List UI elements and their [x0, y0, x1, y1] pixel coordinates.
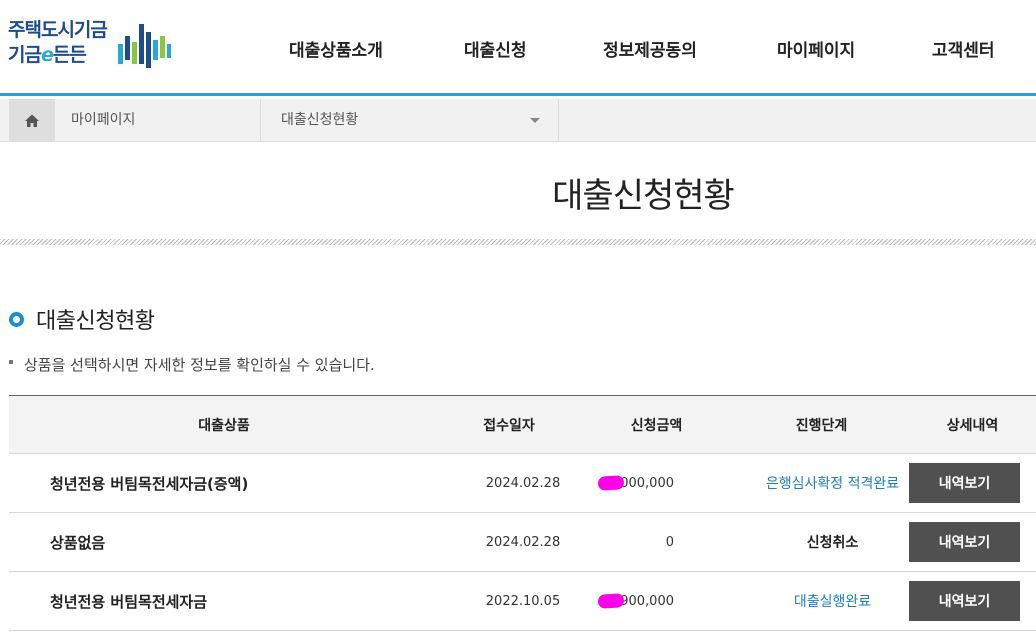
view-detail-button[interactable]: 내역보기: [909, 522, 1020, 562]
view-detail-button[interactable]: 내역보기: [909, 581, 1020, 621]
table-row[interactable]: 청년전용 버팀목전세자금(증액) 2024.02.28 000,000 은행심사…: [9, 454, 1036, 513]
section-note-text: 상품을 선택하시면 자세한 정보를 확인하실 수 있습니다.: [24, 356, 375, 374]
progress-status: 은행심사확정 적격완료: [765, 476, 900, 492]
product-name[interactable]: 상품없음: [9, 513, 439, 571]
home-button[interactable]: [9, 99, 55, 142]
receipt-date: 2022.10.05: [485, 593, 561, 609]
receipt-date: 2024.02.28: [485, 475, 561, 491]
breadcrumb-current-dropdown[interactable]: 대출신청현황: [261, 99, 559, 142]
logo-bars-icon: [118, 24, 171, 68]
nav-customer-center[interactable]: 고객센터: [932, 36, 995, 61]
header-date: 접수일자: [483, 417, 535, 434]
redaction-mark: [597, 593, 625, 609]
breadcrumb-mypage[interactable]: 마이페이지: [55, 99, 261, 142]
nav-info-consent[interactable]: 정보제공동의: [603, 36, 697, 61]
apply-amount: 900,000: [579, 572, 734, 630]
progress-status: 신청취소: [806, 535, 859, 551]
loan-application-table: 대출상품 접수일자 신청금액 진행단계 상세내역 청년전용 버팀목전세자금(증액…: [9, 395, 1036, 631]
section-title: 대출신청현황: [9, 303, 155, 335]
logo-text: 주택도시기금 기금e든든: [8, 18, 108, 68]
header-amount: 신청금액: [630, 417, 683, 434]
receipt-date: 2024.02.28: [485, 534, 561, 550]
table-header-row: 대출상품 접수일자 신청금액 진행단계 상세내역: [9, 396, 1036, 454]
header-detail: 상세내역: [946, 417, 999, 434]
progress-status: 대출실행완료: [793, 594, 872, 610]
section-title-text: 대출신청현황: [36, 309, 155, 334]
nav-loan-apply[interactable]: 대출신청: [464, 36, 527, 61]
logo-line2: 기금e든든: [8, 44, 87, 66]
table-row[interactable]: 상품없음 2024.02.28 0 신청취소 내역보기: [9, 513, 1036, 572]
product-name[interactable]: 청년전용 버팀목전세자금(증액): [9, 454, 439, 512]
view-detail-button[interactable]: 내역보기: [909, 463, 1020, 503]
home-icon: [25, 114, 39, 127]
table-row[interactable]: 청년전용 버팀목전세자금 2022.10.05 900,000 대출실행완료 내…: [9, 572, 1036, 631]
circle-bullet-icon: [9, 311, 24, 327]
site-header: 주택도시기금 기금e든든 대출상품소개 대출신청 정보제공동의 마이페이지 고객…: [0, 0, 1036, 96]
product-name[interactable]: 청년전용 버팀목전세자금: [9, 572, 439, 630]
page-title: 대출신청현황: [552, 176, 735, 216]
section-note: 상품을 선택하시면 자세한 정보를 확인하실 수 있습니다.: [9, 354, 375, 375]
apply-amount: 0: [665, 534, 674, 550]
breadcrumb: 마이페이지 대출신청현황: [0, 99, 1036, 142]
title-divider: [0, 239, 1036, 245]
apply-amount: 000,000: [579, 454, 734, 512]
header-product: 대출상품: [198, 417, 250, 434]
nav-loan-products[interactable]: 대출상품소개: [289, 36, 383, 61]
logo-line1: 주택도시기금: [8, 19, 108, 41]
redaction-mark: [597, 475, 625, 491]
nav-mypage[interactable]: 마이페이지: [777, 36, 855, 61]
breadcrumb-current-label: 대출신청현황: [281, 112, 359, 128]
chevron-down-icon: [530, 118, 540, 123]
square-bullet-icon: [9, 360, 13, 364]
site-logo[interactable]: 주택도시기금 기금e든든: [8, 18, 183, 74]
header-status: 진행단계: [795, 417, 848, 434]
